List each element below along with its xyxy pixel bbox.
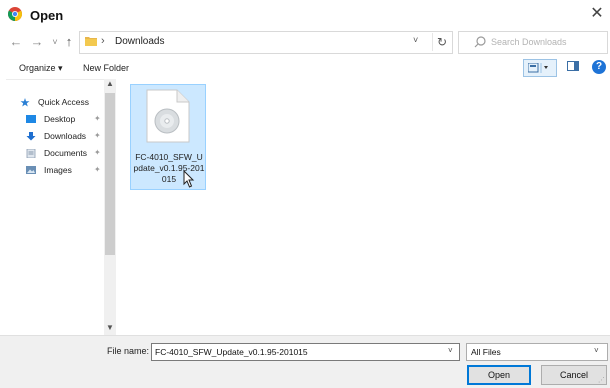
folder-icon [85,37,97,46]
file-name-input[interactable]: FC-4010_SFW_Update_v0.1.95-201015 ˅ [151,343,460,361]
title-bar [0,0,610,30]
back-icon[interactable]: ← [9,35,23,49]
preview-pane-icon[interactable] [567,61,579,71]
organize-menu[interactable]: Organize ▾ [19,63,63,74]
file-type-value: All Files [471,347,501,357]
scroll-down-icon[interactable]: ▼ [104,323,116,335]
forward-icon[interactable]: → [30,35,44,49]
pin-icon: ✦ [94,114,101,123]
file-name-value: FC-4010_SFW_Update_v0.1.95-201015 [155,347,308,357]
sidebar-item-images[interactable]: Images ✦ [26,163,116,177]
sidebar-item-label: Images [44,165,72,175]
disc-image-file-icon [146,89,190,143]
chevron-down-icon[interactable]: ˅ [594,346,599,355]
search-input[interactable]: Search Downloads [458,31,608,54]
chevron-down-icon[interactable]: ˅ [448,346,453,355]
download-icon [26,132,36,141]
navigation-pane: Quick Access Desktop ✦ Downloads ✦ Docum… [6,79,111,336]
file-type-select[interactable]: All Files ˅ [466,343,608,361]
open-button[interactable]: Open [467,365,531,385]
pin-icon: ✦ [94,165,101,174]
breadcrumb-downloads[interactable]: Downloads [115,36,164,47]
help-icon[interactable]: ? [592,60,606,74]
sidebar-item-label: Downloads [44,131,87,141]
resize-grip-icon[interactable]: ⋰ [598,376,605,384]
address-bar[interactable]: › Downloads ˅ ↻ [79,31,453,54]
star-icon [20,98,30,107]
up-folder-icon[interactable]: ↑ [62,35,76,49]
sidebar-item-desktop[interactable]: Desktop ✦ [26,112,116,126]
view-list-icon [528,63,548,73]
mouse-cursor-icon [183,170,195,188]
scroll-up-icon[interactable]: ▲ [104,79,116,91]
sidebar-item-label: Quick Access [38,97,90,107]
close-button[interactable]: ✕ [588,4,606,24]
images-icon [26,166,36,175]
sidebar-item-documents[interactable]: Documents ✦ [26,146,116,160]
desktop-icon [26,115,36,124]
breadcrumb-separator: › [101,35,105,47]
sidebar-item-quick-access[interactable]: Quick Access [20,95,89,109]
pin-icon: ✦ [94,148,101,157]
file-name-field-label: File name: [107,346,150,356]
scrollbar-thumb[interactable] [105,93,115,255]
chrome-icon [8,7,22,21]
window-title: Open [30,8,64,23]
sidebar-item-downloads[interactable]: Downloads ✦ [26,129,116,143]
pin-icon: ✦ [94,131,101,140]
new-folder-button[interactable]: New Folder [83,63,129,73]
sidebar-item-label: Documents [44,148,87,158]
change-view-button[interactable] [523,59,557,77]
documents-icon [26,149,36,159]
recent-locations-icon[interactable]: ˅ [48,35,62,49]
sidebar-item-label: Desktop [44,114,76,124]
refresh-icon[interactable]: ↻ [432,33,451,51]
search-icon [474,36,486,48]
search-placeholder: Search Downloads [491,37,567,47]
address-dropdown-icon[interactable]: ˅ [413,35,418,45]
